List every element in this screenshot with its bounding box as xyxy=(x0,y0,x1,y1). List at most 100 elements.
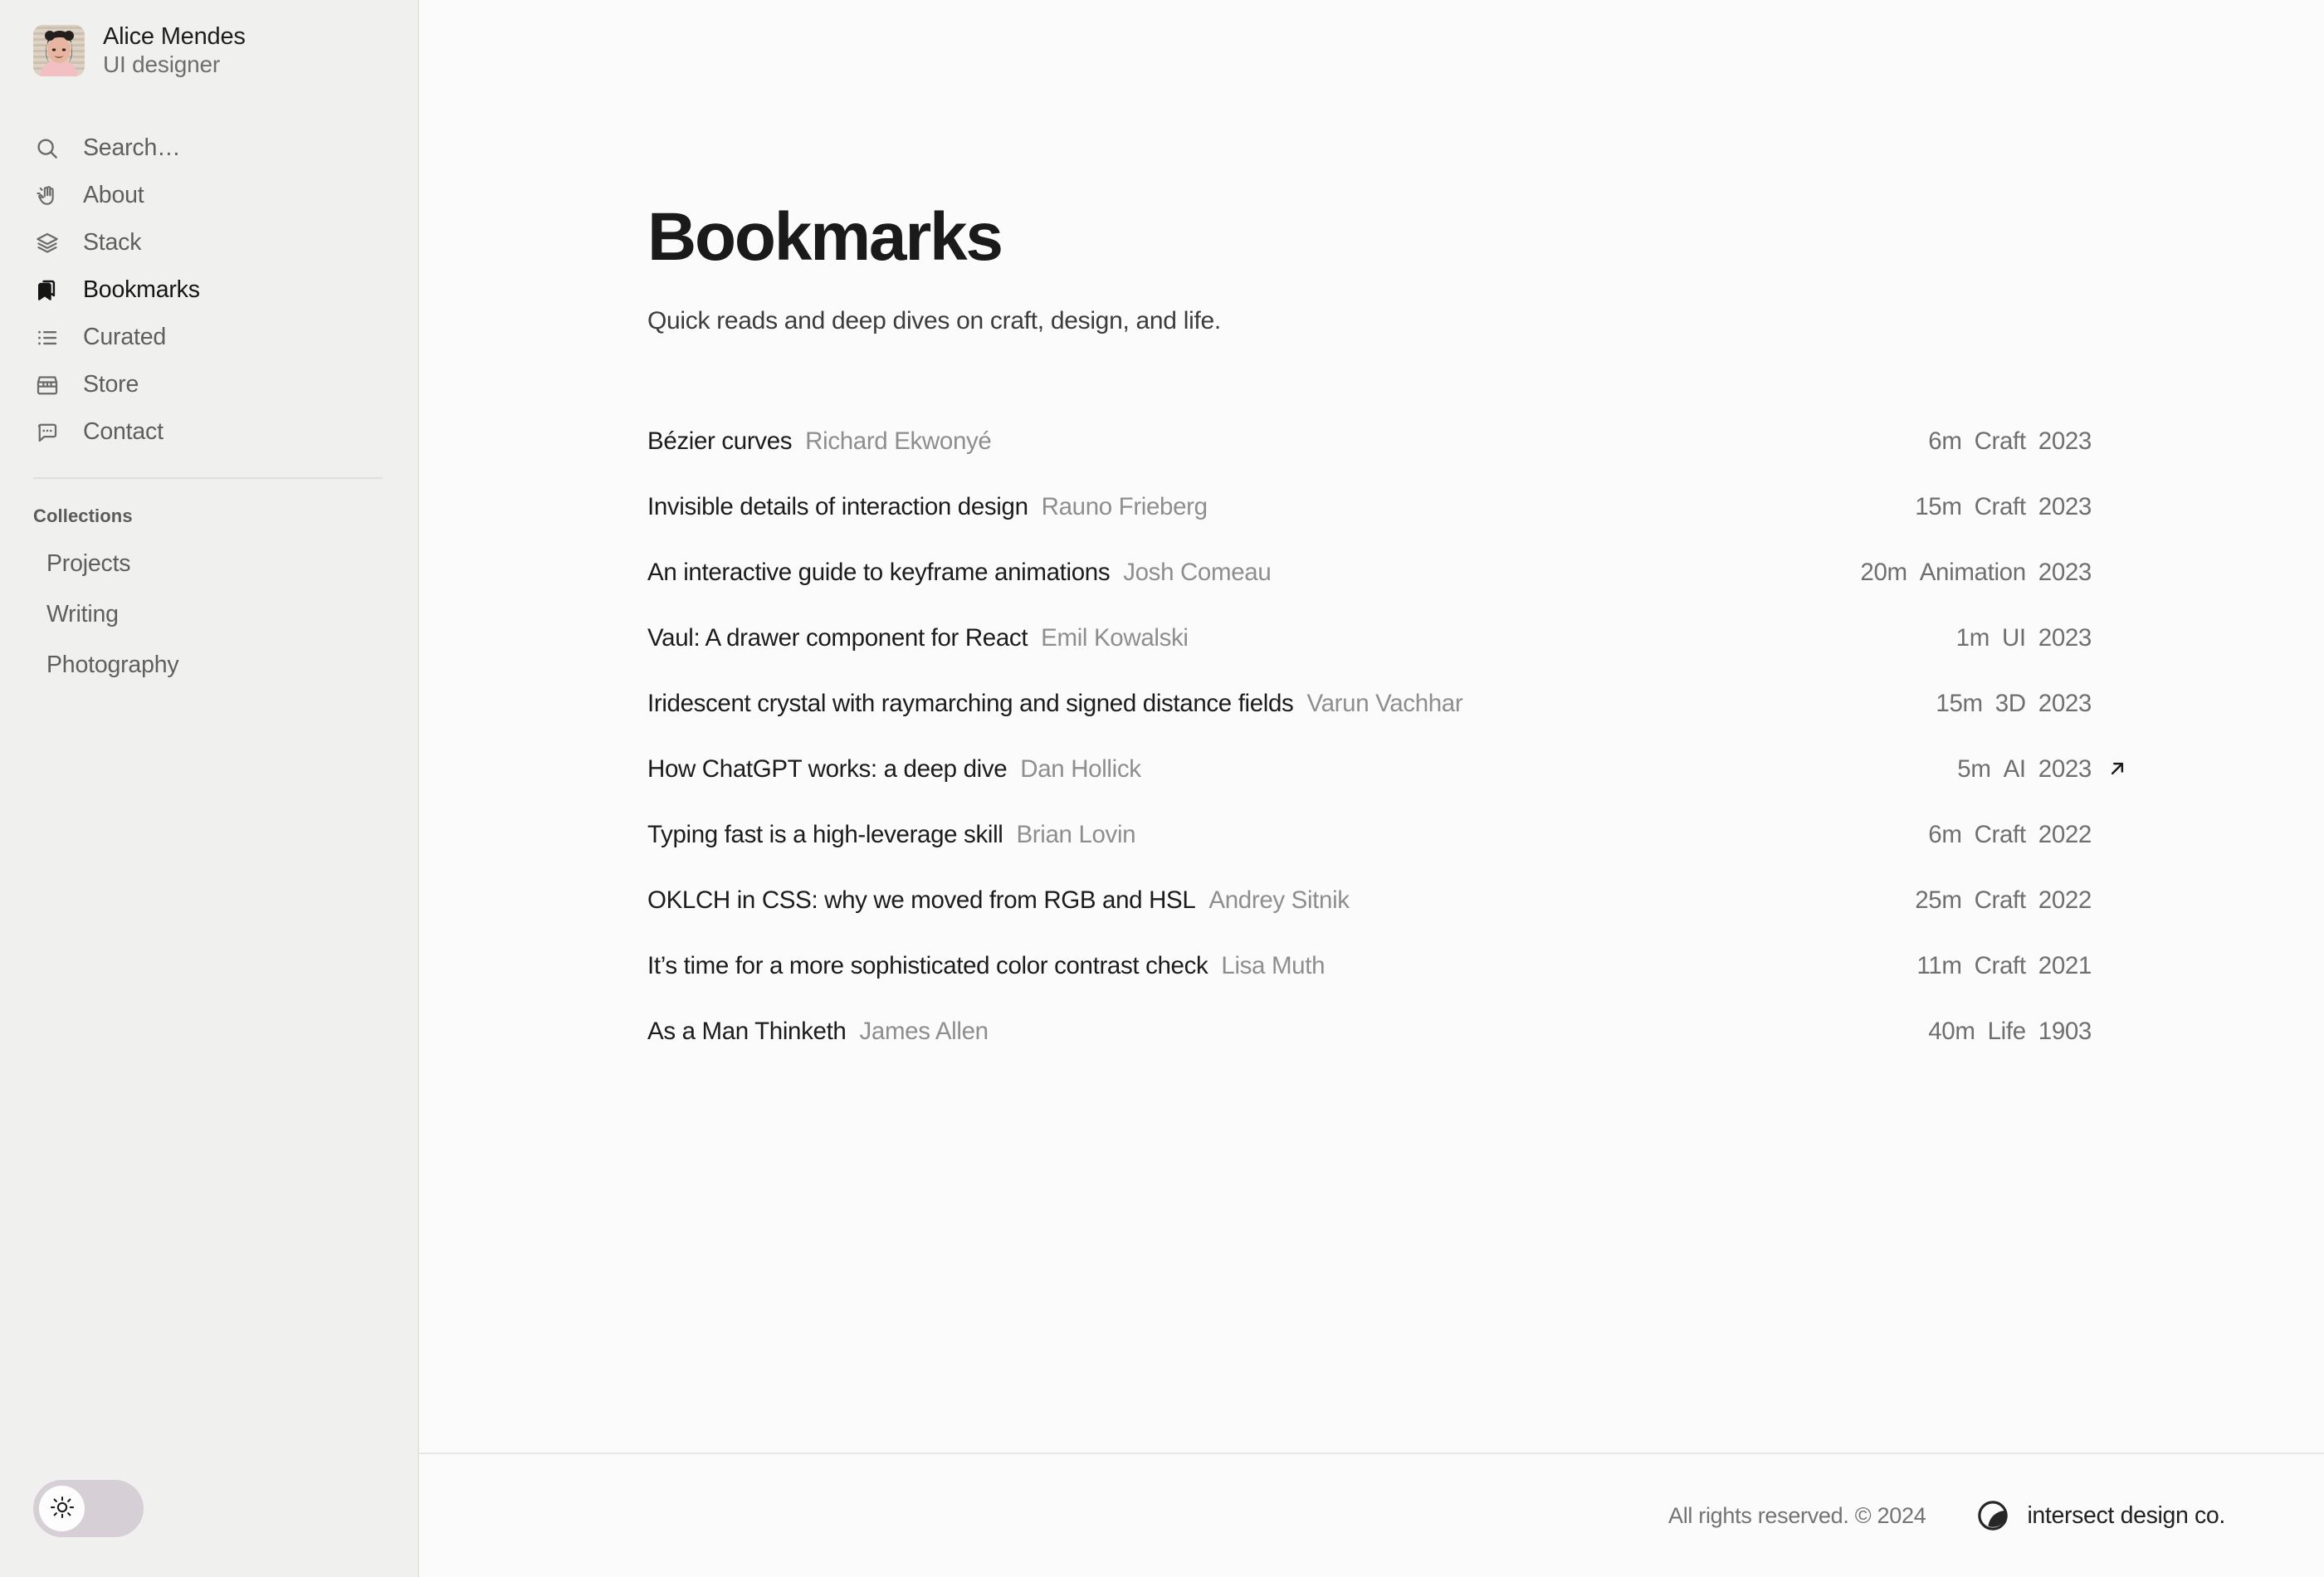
sidebar-item-contact[interactable]: Contact xyxy=(0,408,417,456)
bookmark-year: 2022 xyxy=(2038,886,2092,914)
content-area: Bookmarks Quick reads and deep dives on … xyxy=(419,0,2324,1452)
bookmark-row[interactable]: An interactive guide to keyframe animati… xyxy=(647,559,2130,624)
profile-block[interactable]: Alice Mendes UI designer xyxy=(0,0,417,78)
sidebar-item-label: Bookmarks xyxy=(83,276,200,304)
storefront-icon xyxy=(33,371,61,399)
bookmark-heading: As a Man Thinketh James Allen xyxy=(647,1018,989,1046)
page-subtitle: Quick reads and deep dives on craft, des… xyxy=(647,307,1221,334)
sidebar-item-label: Store xyxy=(83,371,139,398)
bookmark-meta: 5m AI 2023 xyxy=(1957,755,2130,784)
sidebar-item-label: Contact xyxy=(83,418,164,446)
sun-icon xyxy=(50,1495,75,1522)
bookmark-author: Lisa Muth xyxy=(1221,952,1326,979)
waving-hand-icon xyxy=(33,182,61,210)
bookmark-category: Craft xyxy=(1974,952,2027,979)
bookmark-year: 2023 xyxy=(2038,427,2092,455)
theme-toggle-knob xyxy=(39,1486,85,1531)
bookmark-read-time: 15m xyxy=(1936,690,1983,717)
main-content: Bookmarks Quick reads and deep dives on … xyxy=(419,0,2324,1577)
sidebar-item-writing[interactable]: Writing xyxy=(0,589,417,640)
bookmark-row[interactable]: Typing fast is a high-leverage skill Bri… xyxy=(647,821,2130,886)
footer-copyright: All rights reserved. © 2024 xyxy=(1667,1502,1926,1528)
bookmark-title: OKLCH in CSS: why we moved from RGB and … xyxy=(647,886,1196,914)
bookmark-row[interactable]: It’s time for a more sophisticated color… xyxy=(647,952,2130,1018)
bookmark-year: 2022 xyxy=(2038,821,2092,848)
profile-text: Alice Mendes UI designer xyxy=(103,23,246,78)
sidebar-item-curated[interactable]: Curated xyxy=(0,314,417,361)
bookmark-category: Life xyxy=(1987,1018,2027,1045)
sidebar-item-photography[interactable]: Photography xyxy=(0,640,417,691)
collections-heading: Collections xyxy=(33,505,133,527)
bookmark-title: As a Man Thinketh xyxy=(647,1018,847,1045)
bookmark-heading: Typing fast is a high-leverage skill Bri… xyxy=(647,821,1136,849)
bookmark-meta: 25m Craft 2022 xyxy=(1915,886,2130,915)
bookmark-meta: 20m Animation 2023 xyxy=(1860,559,2130,587)
bookmark-year: 2023 xyxy=(2038,624,2092,652)
bookmark-heading: Bézier curves Richard Ekwonyé xyxy=(647,427,992,456)
bookmark-title: An interactive guide to keyframe animati… xyxy=(647,559,1111,586)
bookmark-heading: How ChatGPT works: a deep dive Dan Holli… xyxy=(647,755,1141,784)
sidebar-item-search[interactable]: Search… xyxy=(0,124,417,172)
sidebar-item-store[interactable]: Store xyxy=(0,361,417,408)
footer-brand[interactable]: intersect design co. xyxy=(1977,1500,2225,1531)
sidebar-item-about[interactable]: About xyxy=(0,172,417,219)
search-icon xyxy=(33,134,61,163)
collections-list: Projects Writing Photography xyxy=(0,539,417,691)
bookmark-year: 2023 xyxy=(2038,559,2092,586)
arrow-up-right-icon[interactable] xyxy=(2105,758,2130,779)
bookmark-year: 2023 xyxy=(2038,755,2092,783)
bookmark-meta: 15m 3D 2023 xyxy=(1936,690,2130,718)
bookmark-year: 2021 xyxy=(2038,952,2092,979)
sidebar-item-label: Curated xyxy=(83,324,166,351)
bookmark-title: Iridescent crystal with raymarching and … xyxy=(647,690,1294,717)
bookmark-row[interactable]: OKLCH in CSS: why we moved from RGB and … xyxy=(647,886,2130,952)
bookmark-read-time: 20m xyxy=(1860,559,1907,586)
sidebar-item-bookmarks[interactable]: Bookmarks xyxy=(0,266,417,314)
bookmark-author: Dan Hollick xyxy=(1020,755,1141,783)
bookmark-row[interactable]: How ChatGPT works: a deep dive Dan Holli… xyxy=(647,755,2130,821)
bookmark-meta: 11m Craft 2021 xyxy=(1916,952,2130,980)
bookmark-read-time: 6m xyxy=(1928,427,1962,455)
bookmark-heading: An interactive guide to keyframe animati… xyxy=(647,559,1272,587)
bookmark-read-time: 5m xyxy=(1957,755,1991,783)
sidebar-item-label: Stack xyxy=(83,229,142,256)
bookmark-title: Invisible details of interaction design xyxy=(647,493,1028,520)
bookmark-category: Animation xyxy=(1919,559,2026,586)
bookmark-title: It’s time for a more sophisticated color… xyxy=(647,952,1208,979)
list-icon xyxy=(33,324,61,352)
bookmark-category: Craft xyxy=(1974,427,2027,455)
footer: All rights reserved. © 2024 intersect de… xyxy=(419,1454,2324,1577)
bookmark-meta: 6m Craft 2022 xyxy=(1928,821,2130,849)
bookmark-meta: 6m Craft 2023 xyxy=(1928,427,2130,456)
bookmark-author: Rauno Frieberg xyxy=(1041,493,1208,520)
bookmark-author: Varun Vachhar xyxy=(1306,690,1463,717)
bookmark-heading: Vaul: A drawer component for React Emil … xyxy=(647,624,1189,652)
bookmark-row[interactable]: Bézier curves Richard Ekwonyé 6m Craft 2… xyxy=(647,427,2130,493)
theme-toggle[interactable] xyxy=(33,1480,144,1537)
bookmark-read-time: 11m xyxy=(1916,952,1962,979)
sidebar-item-projects[interactable]: Projects xyxy=(0,539,417,589)
bookmark-read-time: 15m xyxy=(1915,493,1962,520)
sidebar-item-label: About xyxy=(83,182,144,209)
bookmark-author: James Allen xyxy=(859,1018,989,1045)
bookmark-list: Bézier curves Richard Ekwonyé 6m Craft 2… xyxy=(647,427,2130,1083)
bookmark-author: Brian Lovin xyxy=(1016,821,1136,848)
bookmark-row[interactable]: As a Man Thinketh James Allen 40m Life 1… xyxy=(647,1018,2130,1083)
bookmark-heading: Iridescent crystal with raymarching and … xyxy=(647,690,1463,718)
bookmark-year: 1903 xyxy=(2038,1018,2092,1045)
bookmark-row[interactable]: Invisible details of interaction design … xyxy=(647,493,2130,559)
bookmark-year: 2023 xyxy=(2038,690,2092,717)
bookmark-title: Bézier curves xyxy=(647,427,793,455)
bookmark-read-time: 6m xyxy=(1928,821,1962,848)
bookmark-row[interactable]: Vaul: A drawer component for React Emil … xyxy=(647,624,2130,690)
bookmark-heading: It’s time for a more sophisticated color… xyxy=(647,952,1325,980)
primary-nav: Search… About Stack Bookmarks Curated St… xyxy=(0,124,417,456)
profile-name: Alice Mendes xyxy=(103,23,246,50)
sidebar-item-stack[interactable]: Stack xyxy=(0,219,417,266)
bookmark-meta: 40m Life 1903 xyxy=(1928,1018,2130,1046)
bookmark-icon xyxy=(33,276,61,305)
bookmark-row[interactable]: Iridescent crystal with raymarching and … xyxy=(647,690,2130,755)
bookmark-read-time: 1m xyxy=(1955,624,1990,652)
avatar xyxy=(33,25,85,77)
bookmark-meta: 1m UI 2023 xyxy=(1956,624,2130,652)
